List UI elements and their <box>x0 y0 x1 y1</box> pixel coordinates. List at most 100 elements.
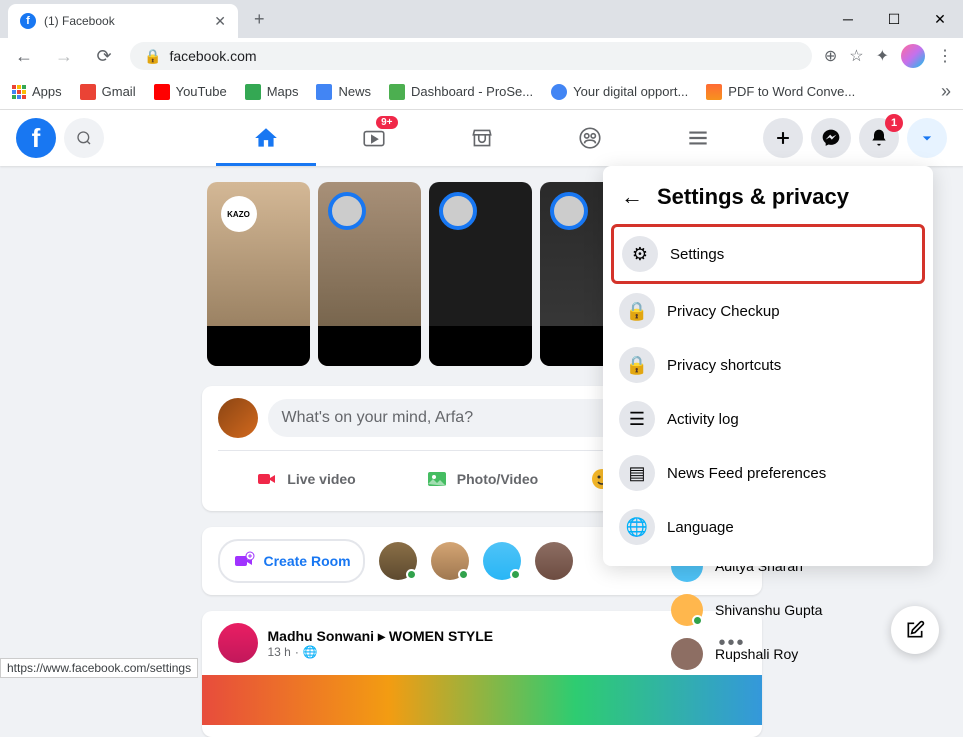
post-author-avatar[interactable] <box>218 623 258 663</box>
back-button[interactable]: ← <box>10 46 38 67</box>
news-bookmark[interactable]: News <box>316 84 371 100</box>
globe-icon: 🌐 <box>619 509 655 545</box>
maps-bookmark[interactable]: Maps <box>245 84 299 100</box>
story-card[interactable] <box>429 182 532 366</box>
chrome-profile-avatar[interactable] <box>901 44 925 68</box>
gmail-bookmark[interactable]: Gmail <box>80 84 136 100</box>
maximize-button[interactable]: ☐ <box>871 0 917 38</box>
close-window-button[interactable]: ✕ <box>917 0 963 38</box>
story-avatar <box>550 192 588 230</box>
gmail-icon <box>80 84 96 100</box>
room-contact-avatar[interactable] <box>535 542 573 580</box>
list-icon: ☰ <box>619 401 655 437</box>
bell-icon <box>869 128 889 148</box>
activity-log-item[interactable]: ☰ Activity log <box>611 392 925 446</box>
gear-icon: ⚙ <box>622 236 658 272</box>
reload-button[interactable]: ⟳ <box>90 46 118 67</box>
url-input[interactable]: 🔒 facebook.com <box>130 42 812 70</box>
contact-item[interactable]: Rupshali Roy <box>663 632 923 676</box>
story-card[interactable] <box>318 182 421 366</box>
forward-button[interactable]: → <box>50 46 78 67</box>
apps-bookmark[interactable]: Apps <box>12 84 62 99</box>
settings-item[interactable]: ⚙ Settings <box>611 224 925 284</box>
language-item[interactable]: 🌐 Language <box>611 500 925 554</box>
room-contact-avatar[interactable] <box>379 542 417 580</box>
youtube-bookmark[interactable]: YouTube <box>154 84 227 100</box>
plus-icon <box>773 128 793 148</box>
news-icon <box>316 84 332 100</box>
contact-avatar <box>671 638 703 670</box>
create-room-button[interactable]: Create Room <box>218 539 365 583</box>
new-tab-button[interactable]: + <box>246 5 273 34</box>
browser-tab[interactable]: f (1) Facebook ✕ <box>8 4 238 38</box>
zoom-icon[interactable]: ⊕ <box>824 46 837 66</box>
hamburger-icon <box>685 125 711 151</box>
watch-badge: 9+ <box>376 116 397 129</box>
photo-video-button[interactable]: Photo/Video <box>394 459 570 499</box>
dashboard-bookmark[interactable]: Dashboard - ProSe... <box>389 84 533 100</box>
privacy-checkup-item[interactable]: 🔒 Privacy Checkup <box>611 284 925 338</box>
lock-icon: 🔒 <box>144 48 161 65</box>
facebook-nav: 9+ <box>216 110 748 166</box>
dropdown-back-button[interactable]: ← <box>621 184 643 210</box>
story-card[interactable]: KAZO <box>207 182 310 366</box>
home-tab[interactable] <box>216 110 316 166</box>
extensions-icon[interactable]: ✦ <box>876 46 889 66</box>
contact-avatar <box>671 594 703 626</box>
star-icon[interactable]: ☆ <box>849 46 863 66</box>
search-icon <box>76 130 92 146</box>
story-avatar <box>328 192 366 230</box>
post-timestamp: 13 h · 🌐 <box>268 645 709 659</box>
lock-icon: 🔒 <box>619 293 655 329</box>
facebook-header: f 9+ 1 <box>0 110 963 166</box>
minimize-button[interactable]: ─ <box>825 0 871 38</box>
privacy-shortcuts-item[interactable]: 🔒 Privacy shortcuts <box>611 338 925 392</box>
pdf-bookmark[interactable]: PDF to Word Conve... <box>706 84 855 100</box>
post-image[interactable] <box>202 675 762 725</box>
edit-icon <box>905 620 925 640</box>
globe-icon: 🌐 <box>303 645 318 659</box>
close-tab-icon[interactable]: ✕ <box>214 13 226 30</box>
compose-fab[interactable] <box>891 606 939 654</box>
dropdown-title: Settings & privacy <box>657 184 849 210</box>
post-author-line[interactable]: Madhu Sonwani ▸ WOMEN STYLE <box>268 628 709 645</box>
messenger-icon <box>821 128 841 148</box>
newspaper-icon: ▤ <box>619 455 655 491</box>
digital-bookmark[interactable]: Your digital opport... <box>551 84 688 100</box>
youtube-icon <box>154 84 170 100</box>
window-controls: ─ ☐ ✕ <box>825 0 963 38</box>
more-bookmarks-icon[interactable]: » <box>941 81 951 102</box>
user-avatar[interactable] <box>218 398 258 438</box>
room-contact-avatar[interactable] <box>483 542 521 580</box>
create-button[interactable] <box>763 118 803 158</box>
settings-privacy-dropdown: ← Settings & privacy ⚙ Settings 🔒 Privac… <box>603 166 933 566</box>
notifications-button[interactable]: 1 <box>859 118 899 158</box>
facebook-logo[interactable]: f <box>16 118 56 158</box>
account-button[interactable] <box>907 118 947 158</box>
google-icon <box>551 84 567 100</box>
dashboard-icon <box>389 84 405 100</box>
photo-icon <box>425 467 449 491</box>
marketplace-icon <box>469 125 495 151</box>
tab-bar: f (1) Facebook ✕ + <box>0 0 963 38</box>
video-icon <box>255 467 279 491</box>
newsfeed-preferences-item[interactable]: ▤ News Feed preferences <box>611 446 925 500</box>
chrome-menu-icon[interactable]: ⋮ <box>937 46 953 66</box>
menu-tab[interactable] <box>648 110 748 166</box>
live-video-button[interactable]: Live video <box>218 459 394 499</box>
contact-item[interactable]: Shivanshu Gupta <box>663 588 923 632</box>
tab-title: (1) Facebook <box>44 14 115 28</box>
messenger-button[interactable] <box>811 118 851 158</box>
room-contact-avatar[interactable] <box>431 542 469 580</box>
pdf-icon <box>706 84 722 100</box>
search-button[interactable] <box>64 118 104 158</box>
maps-icon <box>245 84 261 100</box>
home-icon <box>253 125 279 151</box>
address-bar: ← → ⟳ 🔒 facebook.com ⊕ ☆ ✦ ⋮ <box>0 38 963 74</box>
room-icon <box>232 549 256 573</box>
groups-tab[interactable] <box>540 110 640 166</box>
facebook-favicon: f <box>20 13 36 29</box>
url-text: facebook.com <box>169 48 256 64</box>
watch-tab[interactable]: 9+ <box>324 110 424 166</box>
marketplace-tab[interactable] <box>432 110 532 166</box>
